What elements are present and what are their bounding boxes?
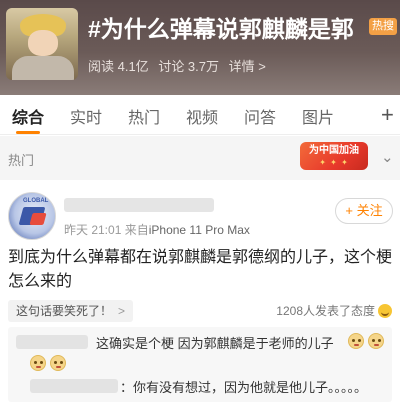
doge-emoji-icon <box>50 355 66 371</box>
doge-emoji-icon <box>368 333 384 349</box>
comment-text: ：你有没有想过，因为他就是他儿子。。。。。 <box>120 380 368 395</box>
post-text: 到底为什么弹幕都在说郭麒麟是郭德纲的儿子，这个梗怎么来的 <box>8 249 393 290</box>
read-count: 阅读 4.1亿 <box>88 59 149 74</box>
hot-comment-text: 这句话要笑死了！ <box>16 304 113 318</box>
topic-header: #为什么弹幕说郭麒麟是郭 热搜 阅读 4.1亿 讨论 3.7万 详情 > <box>0 0 400 95</box>
post-meta: 昨天 21:01 来自iPhone 11 Pro Max <box>64 221 250 238</box>
avatar[interactable]: GLOBAL <box>8 192 56 240</box>
comment-text: 这确实是个梗 因为郭麒麟是于老师的儿子 <box>96 336 334 351</box>
hot-comment-bar: 这句话要笑死了！ > 1208人发表了态度 <box>8 300 392 322</box>
topic-thumbnail[interactable] <box>6 8 78 80</box>
promo-decoration: ✦ ✦ ✦ <box>319 158 349 167</box>
doge-emoji-icon <box>348 333 364 349</box>
hot-search-badge: 热搜 <box>369 18 397 35</box>
avatar-logo-text: GLOBAL <box>23 198 49 204</box>
doge-emoji-icon <box>30 355 46 371</box>
promo-badge[interactable]: 为中国加油 ✦ ✦ ✦ <box>300 142 368 170</box>
topic-title: #为什么弹幕说郭麒麟是郭 <box>88 16 354 42</box>
tab-video[interactable]: 视频 <box>186 104 218 128</box>
attitude-text: 1208人发表了态度 <box>276 304 375 318</box>
hot-comment-pill[interactable]: 这句话要笑死了！ > <box>8 300 134 322</box>
discussion-count: 讨论 3.7万 <box>158 59 219 74</box>
details-link[interactable]: 详情 > <box>229 59 266 74</box>
attitude-count[interactable]: 1208人发表了态度 <box>276 302 392 319</box>
tab-realtime[interactable]: 实时 <box>70 104 102 128</box>
thumbnail-shirt <box>12 56 74 80</box>
post-time: 昨天 21:01 <box>64 223 122 237</box>
smiley-icon <box>378 304 392 318</box>
commenter-name-redacted <box>16 335 88 349</box>
tab-comprehensive[interactable]: 综合 <box>12 104 44 128</box>
tab-bar: 综合 实时 热门 视频 问答 图片 + <box>0 95 400 135</box>
comment-preview: 这确实是个梗 因为郭麒麟是于老师的儿子 ：你有没有想过，因为他就是他儿子。。。。… <box>8 327 392 402</box>
post-source-prefix: 来自 <box>124 223 149 237</box>
section-label: 热门 <box>8 153 35 168</box>
follow-button[interactable]: + 关注 <box>335 198 393 224</box>
tab-images[interactable]: 图片 <box>302 104 334 128</box>
promo-text: 为中国加油 <box>309 145 359 156</box>
post-device: iPhone 11 Pro Max <box>148 223 250 237</box>
chevron-down-icon[interactable]: ⌄ <box>381 148 394 166</box>
active-tab-indicator <box>16 131 40 134</box>
chevron-right-icon: > <box>118 304 126 318</box>
topic-stats: 阅读 4.1亿 讨论 3.7万 详情 > <box>88 56 272 75</box>
author-name-redacted[interactable] <box>64 198 214 212</box>
tab-hot[interactable]: 热门 <box>128 104 160 128</box>
plus-icon[interactable]: + <box>381 102 394 128</box>
thumbnail-face <box>28 30 58 56</box>
avatar-logo-accent <box>29 213 47 225</box>
commenter-name-redacted <box>30 379 118 393</box>
tab-qa[interactable]: 问答 <box>244 104 276 128</box>
